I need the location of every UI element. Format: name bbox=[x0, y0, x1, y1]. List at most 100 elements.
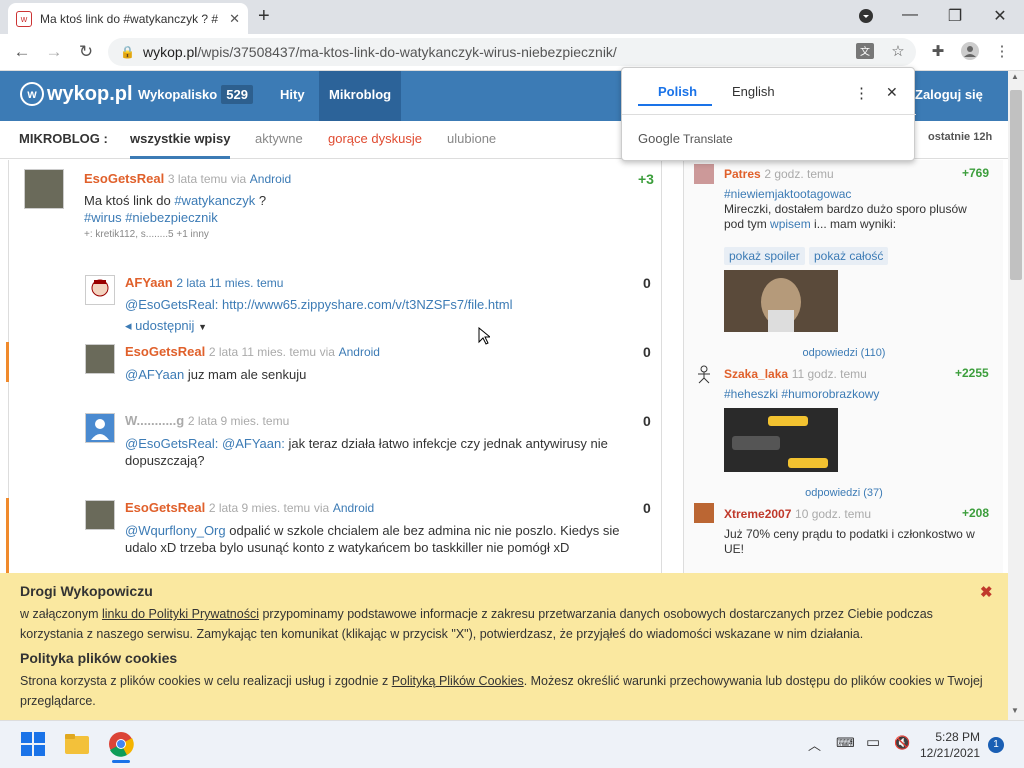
back-icon[interactable]: ← bbox=[12, 42, 32, 62]
windows-start-icon[interactable] bbox=[20, 731, 46, 757]
comment-author[interactable]: EsoGetsReal bbox=[125, 344, 205, 359]
tag-link[interactable]: #wirus bbox=[84, 210, 122, 225]
sidebar-text: i... mam wyniki: bbox=[810, 217, 897, 231]
share-button[interactable]: ◂ udostępnij ▼ bbox=[125, 318, 207, 334]
avatar[interactable] bbox=[85, 413, 115, 443]
avatar[interactable] bbox=[85, 344, 115, 374]
clock-time: 5:28 PM bbox=[935, 730, 981, 744]
mention-link[interactable]: @AFYaan bbox=[125, 367, 184, 382]
mention-link[interactable]: @EsoGetsReal bbox=[125, 436, 215, 451]
comment-score[interactable]: 0 bbox=[643, 413, 651, 429]
more-options-icon[interactable]: ⋮ bbox=[854, 84, 869, 102]
tab-active[interactable]: aktywne bbox=[255, 131, 303, 146]
post-author[interactable]: EsoGetsReal bbox=[84, 171, 164, 186]
chrome-icon[interactable] bbox=[108, 731, 134, 757]
tag-link[interactable]: #watykanczyk bbox=[174, 193, 255, 208]
comment-time: 2 lata 11 mies. temu bbox=[176, 276, 284, 290]
post-image[interactable] bbox=[724, 270, 838, 332]
tab-english[interactable]: English bbox=[732, 84, 775, 99]
post-image[interactable] bbox=[724, 408, 838, 472]
comment-score[interactable]: 0 bbox=[643, 344, 651, 360]
comment-author[interactable]: W...........g bbox=[125, 413, 184, 428]
sidebar-author[interactable]: Xtreme2007 bbox=[724, 507, 791, 521]
forward-icon[interactable]: → bbox=[44, 42, 64, 62]
cookie-policy-link[interactable]: Polityką Plików Cookies bbox=[392, 674, 524, 688]
via-link[interactable]: Android bbox=[339, 345, 380, 359]
avatar[interactable] bbox=[24, 169, 64, 209]
avatar[interactable] bbox=[694, 164, 714, 184]
new-tab-icon[interactable]: + bbox=[258, 6, 270, 26]
wykop-logo[interactable]: w wykop.pl bbox=[20, 82, 133, 106]
tab-hot-discussions[interactable]: gorące dyskusje bbox=[328, 131, 422, 146]
restore-icon[interactable]: ❐ bbox=[945, 6, 965, 26]
avatar[interactable] bbox=[694, 503, 714, 523]
comment-score[interactable]: 0 bbox=[643, 500, 651, 516]
tab-all-posts[interactable]: wszystkie wpisy bbox=[130, 131, 231, 159]
tag-link[interactable]: #heheszki bbox=[724, 387, 778, 401]
tab-search-icon[interactable] bbox=[856, 8, 876, 29]
comment-author[interactable]: AFYaan bbox=[125, 275, 173, 290]
translate-icon[interactable]: 文 bbox=[855, 43, 875, 63]
via-link[interactable]: Android bbox=[333, 501, 374, 515]
mention-link[interactable]: @AFYaan bbox=[222, 436, 281, 451]
nav-wykopalisko[interactable]: Wykopalisko 529 bbox=[128, 71, 263, 121]
network-icon[interactable]: ▭ bbox=[866, 733, 880, 751]
scrollbar-thumb[interactable] bbox=[1010, 90, 1022, 280]
tab-polish[interactable]: Polish bbox=[658, 84, 697, 99]
file-explorer-icon[interactable] bbox=[64, 731, 90, 757]
browser-menu-icon[interactable]: ⋮ bbox=[992, 42, 1012, 60]
mention-link[interactable]: @Wqurflony_Org bbox=[125, 523, 226, 538]
url-link[interactable]: http://www65.zippyshare.com/v/t3NZSFs7/f… bbox=[222, 297, 512, 312]
sidebar-author[interactable]: Patres bbox=[724, 167, 761, 181]
system-clock[interactable]: 5:28 PM 12/21/2021 bbox=[920, 729, 980, 761]
voters-list[interactable]: +: kretik112, s........5 +1 inny bbox=[84, 229, 209, 240]
bookmark-star-icon[interactable]: ☆ bbox=[888, 42, 908, 60]
browser-tab[interactable]: w Ma ktoś link do #watykanczyk ? # ✕ bbox=[8, 3, 248, 34]
login-link[interactable]: Zaloguj się bbox=[915, 71, 983, 121]
tab-favorites[interactable]: ulubione bbox=[447, 131, 496, 146]
privacy-policy-link[interactable]: linku do Polityki Prywatności bbox=[102, 607, 259, 621]
sidebar-score[interactable]: +208 bbox=[962, 506, 989, 520]
mention-sep: : bbox=[214, 436, 223, 451]
via-link[interactable]: Android bbox=[250, 172, 291, 186]
tag-link[interactable]: #humorobrazkowy bbox=[781, 387, 879, 401]
post-link[interactable]: wpisem bbox=[770, 217, 811, 231]
nav-mikroblog[interactable]: Mikroblog bbox=[319, 71, 402, 121]
nav-hity[interactable]: Hity bbox=[270, 71, 315, 121]
scroll-up-icon[interactable]: ▲ bbox=[1011, 72, 1019, 81]
comment-score[interactable]: 0 bbox=[643, 275, 651, 291]
mention-link[interactable]: @EsoGetsReal bbox=[125, 297, 215, 312]
show-all-button[interactable]: pokaż całość bbox=[809, 247, 889, 265]
sidebar-score[interactable]: +769 bbox=[962, 166, 989, 180]
extensions-icon[interactable]: ✚ bbox=[928, 42, 948, 60]
scroll-down-icon[interactable]: ▼ bbox=[1011, 706, 1019, 715]
close-window-icon[interactable]: ✕ bbox=[990, 6, 1010, 26]
volume-muted-icon[interactable]: 🔇 bbox=[894, 735, 910, 751]
close-cookie-icon[interactable]: ✖ bbox=[980, 583, 993, 601]
keyboard-icon[interactable]: ⌨ bbox=[836, 735, 855, 751]
wykop-logo-icon: w bbox=[20, 82, 44, 106]
post-score[interactable]: +3 bbox=[638, 171, 654, 187]
tray-overflow-icon[interactable]: ︿ bbox=[808, 735, 821, 754]
avatar[interactable] bbox=[694, 364, 714, 384]
close-tab-icon[interactable]: ✕ bbox=[229, 11, 240, 27]
minimize-icon[interactable]: — bbox=[900, 6, 920, 24]
avatar[interactable] bbox=[85, 500, 115, 530]
via-label: via bbox=[319, 345, 335, 359]
avatar[interactable] bbox=[85, 275, 115, 305]
reload-icon[interactable]: ↻ bbox=[76, 42, 96, 62]
notification-badge[interactable]: 1 bbox=[988, 737, 1004, 753]
tag-link[interactable]: #niebezpiecznik bbox=[125, 210, 218, 225]
tag-link[interactable]: #niewiemjaktootagowac bbox=[724, 187, 851, 201]
show-spoiler-button[interactable]: pokaż spoiler bbox=[724, 247, 805, 265]
sidebar-replies-link[interactable]: odpowiedzi (110) bbox=[724, 347, 964, 359]
address-bar[interactable]: 🔒 wykop.pl /wpis/37508437/ma-ktos-link-d… bbox=[108, 38, 916, 66]
profile-icon[interactable] bbox=[960, 42, 980, 64]
sidebar-time: 2 godz. temu bbox=[764, 167, 834, 181]
sidebar-replies-link[interactable]: odpowiedzi (37) bbox=[724, 487, 964, 499]
close-icon[interactable]: ✕ bbox=[886, 84, 898, 101]
comment-author[interactable]: EsoGetsReal bbox=[125, 500, 205, 515]
sidebar-author[interactable]: Szaka_laka bbox=[724, 367, 788, 381]
time-filter[interactable]: ostatnie 12h bbox=[928, 131, 992, 143]
sidebar-score[interactable]: +2255 bbox=[955, 366, 989, 380]
